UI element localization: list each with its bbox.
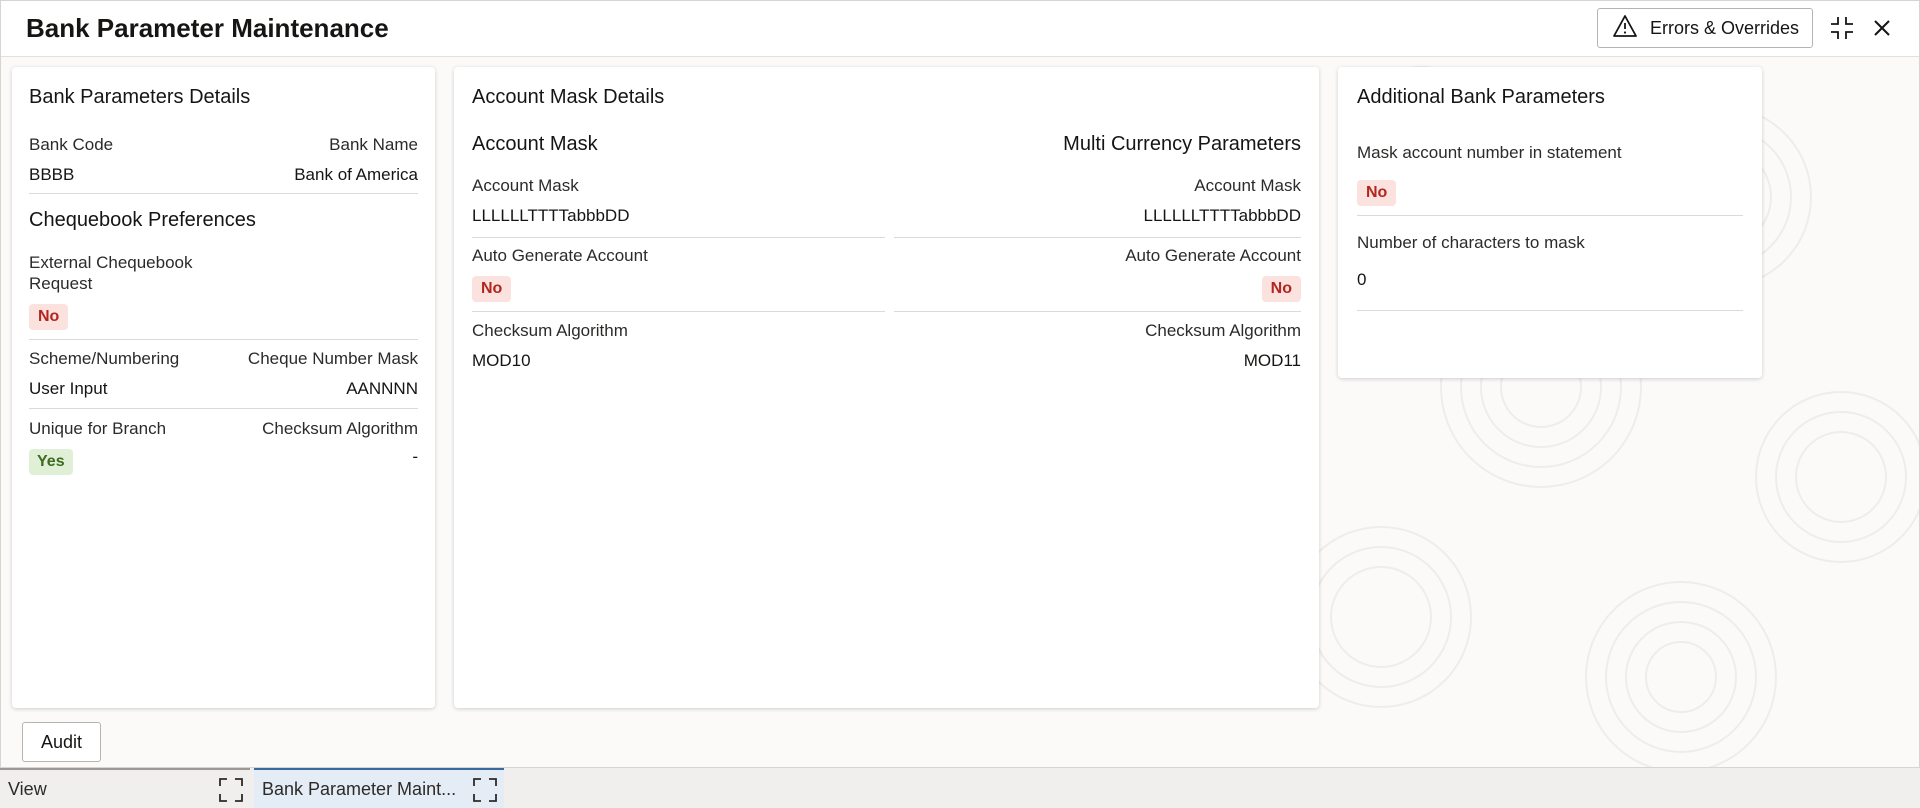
checksum-algorithm-value: - xyxy=(412,447,418,466)
warning-icon xyxy=(1612,14,1638,43)
mc-checksum-algorithm-value: MOD11 xyxy=(1243,351,1301,370)
mc-auto-generate-account-badge: No xyxy=(1261,276,1301,302)
divider xyxy=(29,193,418,194)
divider xyxy=(472,237,885,238)
mask-account-statement-label: Mask account number in statement xyxy=(1357,143,1622,162)
page-title: Bank Parameter Maintenance xyxy=(26,13,389,43)
divider xyxy=(1357,215,1743,216)
account-mask-label: Account Mask xyxy=(472,176,579,195)
scheme-numbering-label: Scheme/Numbering xyxy=(29,349,180,368)
expand-icon[interactable] xyxy=(472,777,498,808)
account-mask-card: Account Mask Details Account Mask Accoun… xyxy=(454,67,1319,708)
checksum-algorithm-label: Checksum Algorithm xyxy=(262,419,418,438)
mc-account-mask-value: LLLLLLTTTTabbbDD xyxy=(1143,206,1302,225)
unique-for-branch-label: Unique for Branch xyxy=(29,419,167,438)
app-window: Bank Parameter Maintenance Errors & Over… xyxy=(0,0,1920,768)
cheque-number-mask-value: AANNNN xyxy=(346,379,418,398)
bank-code-value: BBBB xyxy=(29,165,75,184)
account-mask-details-title: Account Mask Details xyxy=(472,86,665,108)
minimize-icon[interactable] xyxy=(1827,13,1857,43)
mc-account-mask-label: Account Mask xyxy=(1194,176,1301,195)
expand-icon[interactable] xyxy=(218,777,244,808)
auto-generate-account-badge: No xyxy=(472,276,512,302)
multi-currency-parameters-title: Multi Currency Parameters xyxy=(1063,133,1301,155)
cheque-number-mask-label: Cheque Number Mask xyxy=(247,349,418,368)
auto-generate-account-label: Auto Generate Account xyxy=(472,246,648,265)
divider xyxy=(894,311,1301,312)
taskbar: View Bank Parameter Maint... xyxy=(0,768,1920,808)
chequebook-preferences-title: Chequebook Preferences xyxy=(29,209,256,231)
number-characters-mask-value: 0 xyxy=(1357,270,1367,289)
close-icon[interactable] xyxy=(1867,13,1897,43)
checksum-algorithm-value: MOD10 xyxy=(472,351,531,370)
errors-overrides-button[interactable]: Errors & Overrides xyxy=(1597,8,1813,48)
taskbar-tab-label: Bank Parameter Maint... xyxy=(262,778,457,799)
unique-for-branch-badge: Yes xyxy=(29,449,73,475)
additional-bank-parameters-card: Additional Bank Parameters Mask account … xyxy=(1338,67,1762,378)
bank-name-value: Bank of America xyxy=(294,165,418,184)
account-mask-subtitle: Account Mask xyxy=(472,133,598,155)
taskbar-tab-bank-parameter[interactable]: Bank Parameter Maint... xyxy=(254,768,504,808)
divider xyxy=(29,408,418,409)
errors-overrides-label: Errors & Overrides xyxy=(1650,17,1800,38)
scheme-numbering-value: User Input xyxy=(29,379,108,398)
external-chequebook-status-badge: No xyxy=(29,304,69,330)
divider xyxy=(29,339,418,340)
page-header: Bank Parameter Maintenance Errors & Over… xyxy=(1,1,1919,57)
bank-code-label: Bank Code xyxy=(29,135,114,154)
taskbar-tab-label: View xyxy=(8,778,47,799)
mask-account-statement-badge: No xyxy=(1357,180,1397,206)
bank-parameters-title: Bank Parameters Details xyxy=(29,86,251,108)
taskbar-tab-view[interactable]: View xyxy=(0,768,250,808)
divider xyxy=(472,311,885,312)
divider xyxy=(1357,310,1743,311)
bank-name-label: Bank Name xyxy=(329,135,418,154)
external-chequebook-label-line1: External Chequebook xyxy=(29,253,193,272)
account-mask-value: LLLLLLTTTTabbbDD xyxy=(472,206,630,225)
audit-button[interactable]: Audit xyxy=(22,722,101,762)
mc-auto-generate-account-label: Auto Generate Account xyxy=(1125,246,1301,265)
mc-checksum-algorithm-label: Checksum Algorithm xyxy=(1145,321,1301,340)
additional-bank-parameters-title: Additional Bank Parameters xyxy=(1357,86,1605,108)
checksum-algorithm-label: Checksum Algorithm xyxy=(472,321,628,340)
number-characters-mask-label: Number of characters to mask xyxy=(1357,233,1585,252)
divider xyxy=(894,237,1301,238)
external-chequebook-label-line2: Request xyxy=(29,274,93,293)
bank-parameters-card: Bank Parameters Details Bank Code Bank N… xyxy=(12,67,435,708)
